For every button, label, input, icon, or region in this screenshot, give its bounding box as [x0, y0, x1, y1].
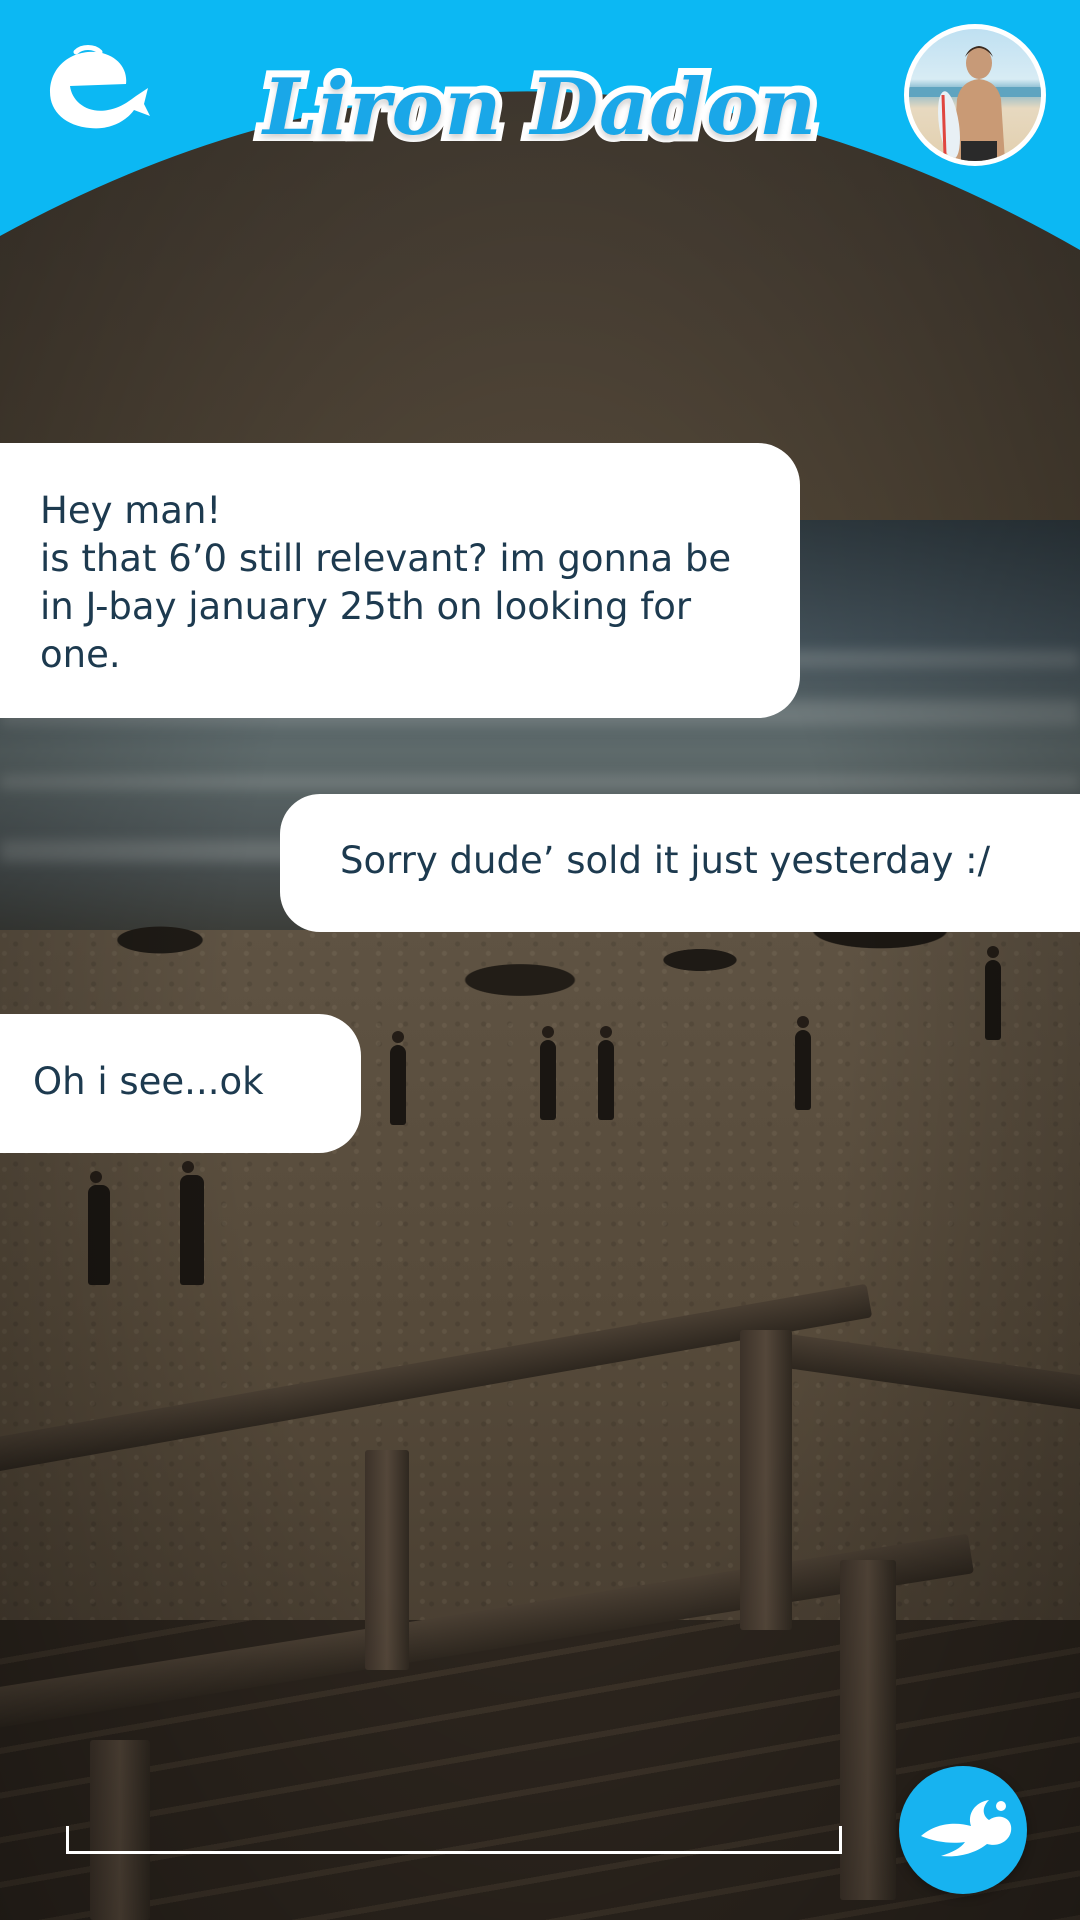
incoming-message-bubble[interactable]: Hey man! is that 6’0 still relevant? im … — [0, 443, 800, 718]
message-input[interactable] — [66, 1826, 842, 1854]
splash-send-icon — [921, 1800, 1012, 1857]
message-text: Oh i see...ok — [33, 1060, 264, 1103]
outgoing-message-bubble[interactable]: Sorry dude’ sold it just yesterday :/ — [280, 794, 1080, 932]
background-beach-photo — [0, 0, 1080, 1920]
contact-avatar[interactable] — [904, 24, 1046, 166]
incoming-message-bubble[interactable]: Oh i see...ok — [0, 1014, 361, 1153]
message-text: Sorry dude’ sold it just yesterday :/ — [340, 839, 991, 882]
message-text: Hey man! is that 6’0 still relevant? im … — [40, 489, 732, 676]
send-button[interactable] — [899, 1766, 1027, 1894]
